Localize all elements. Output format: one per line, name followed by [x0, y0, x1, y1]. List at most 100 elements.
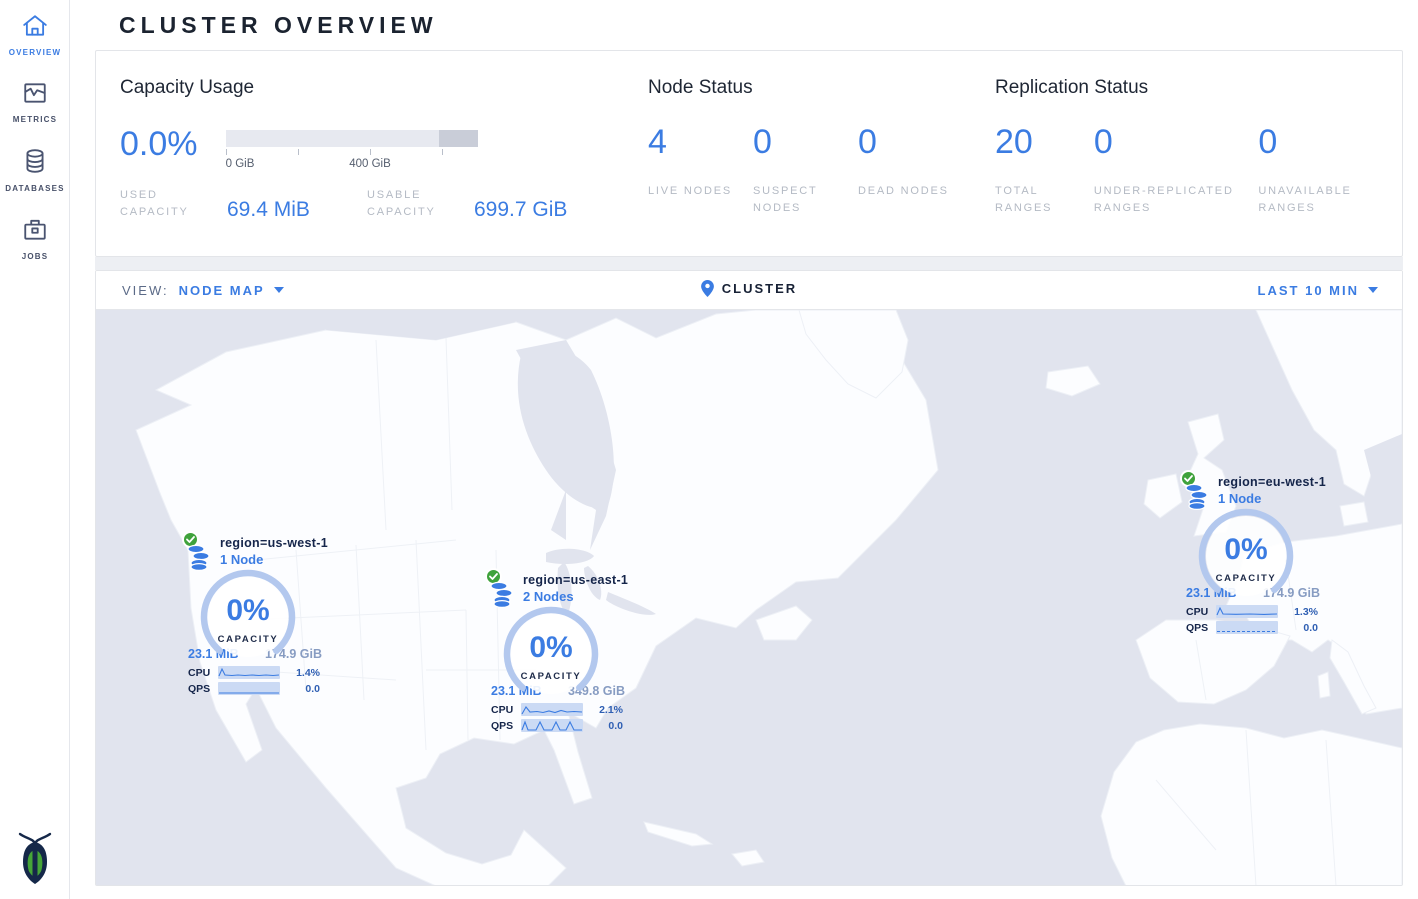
locality-name: region=eu-west-1	[1218, 475, 1332, 489]
suspect-nodes-metric: 0 SUSPECT NODES	[753, 125, 858, 217]
chevron-down-icon	[274, 287, 284, 293]
capacity-gauge: 0% CAPACITY	[198, 567, 298, 667]
locality-node-count: 2 Nodes	[523, 589, 637, 604]
home-icon	[22, 14, 48, 38]
sidebar: OVERVIEW METRICS DATABASES JOBS	[0, 0, 70, 899]
panel-gap	[95, 257, 1403, 270]
total-ranges-metric: 20 TOTAL RANGES	[995, 125, 1094, 217]
node-map-panel: VIEW: NODE MAP CLUSTER LAST 10 MIN	[95, 270, 1403, 886]
capacity-gauge: 0% CAPACITY	[501, 604, 601, 704]
gauge-percent: 0%	[198, 594, 298, 628]
dead-nodes-label: DEAD NODES	[858, 183, 963, 200]
cpu-sparkline	[218, 666, 280, 679]
locality-name: region=us-east-1	[523, 573, 637, 587]
gauge-capacity-label: CAPACITY	[1196, 573, 1296, 584]
briefcase-icon	[22, 217, 48, 242]
used-capacity-label: USED CAPACITY	[120, 187, 227, 221]
live-nodes-value: 4	[648, 125, 753, 159]
capacity-gauge: 0% CAPACITY	[1196, 506, 1296, 606]
main-content: CLUSTER OVERVIEW Capacity Usage 0.0% 0 G…	[70, 0, 1418, 886]
time-range-label: LAST 10 MIN	[1258, 283, 1359, 298]
cpu-label: CPU	[188, 667, 218, 679]
view-selector[interactable]: VIEW: NODE MAP	[96, 283, 284, 298]
sidebar-item-label: OVERVIEW	[0, 48, 70, 57]
gauge-capacity-label: CAPACITY	[198, 634, 298, 645]
sidebar-item-overview[interactable]: OVERVIEW	[0, 0, 70, 67]
locality-us-east-1[interactable]: region=us-east-1 2 Nodes 0% CAPACITY 23.…	[485, 568, 637, 735]
capacity-tick-0: 0 GiB	[226, 158, 255, 170]
node-status-title: Node Status	[648, 77, 995, 99]
used-capacity-value: 69.4 MiB	[227, 199, 367, 221]
sidebar-item-jobs[interactable]: JOBS	[0, 203, 70, 271]
cpu-value: 1.4%	[280, 667, 322, 679]
cpu-label: CPU	[1186, 606, 1216, 618]
cockroachdb-logo	[0, 830, 70, 891]
sidebar-item-label: DATABASES	[0, 184, 70, 193]
cpu-label: CPU	[491, 704, 521, 716]
locality-eu-west-1[interactable]: region=eu-west-1 1 Node 0% CAPACITY 23.1…	[1180, 470, 1332, 637]
database-icon	[22, 148, 48, 174]
qps-value: 0.0	[583, 720, 625, 732]
page-title: CLUSTER OVERVIEW	[70, 0, 1418, 50]
gauge-percent: 0%	[501, 631, 601, 665]
suspect-nodes-label: SUSPECT NODES	[753, 183, 858, 217]
qps-label: QPS	[1186, 622, 1216, 634]
under-replicated-ranges-label: UNDER-REPLICATED RANGES	[1094, 183, 1258, 217]
map-pin-icon	[701, 280, 714, 297]
cpu-value: 1.3%	[1278, 606, 1320, 618]
locality-name: region=us-west-1	[220, 536, 334, 550]
replication-status-title: Replication Status	[995, 77, 1402, 99]
unavailable-ranges-metric: 0 UNAVAILABLE RANGES	[1258, 125, 1402, 217]
sidebar-item-databases[interactable]: DATABASES	[0, 134, 70, 203]
qps-sparkline	[1216, 621, 1278, 634]
cluster-summary-panel: Capacity Usage 0.0% 0 GiB 400 GiB US	[95, 50, 1403, 257]
capacity-bar-reserved-segment	[439, 130, 478, 147]
cpu-sparkline	[521, 703, 583, 716]
capacity-usage-section: Capacity Usage 0.0% 0 GiB 400 GiB US	[120, 77, 648, 256]
under-replicated-ranges-metric: 0 UNDER-REPLICATED RANGES	[1094, 125, 1258, 217]
sidebar-item-label: JOBS	[0, 252, 70, 261]
qps-label: QPS	[491, 720, 521, 732]
total-ranges-value: 20	[995, 125, 1094, 159]
qps-value: 0.0	[1278, 622, 1320, 634]
map-toolbar: VIEW: NODE MAP CLUSTER LAST 10 MIN	[96, 271, 1402, 310]
qps-value: 0.0	[280, 683, 322, 695]
capacity-percent: 0.0%	[120, 125, 226, 161]
usable-capacity-value: 699.7 GiB	[474, 199, 567, 221]
unavailable-ranges-label: UNAVAILABLE RANGES	[1258, 183, 1402, 217]
qps-sparkline	[218, 682, 280, 695]
metrics-icon	[22, 81, 48, 105]
sidebar-item-metrics[interactable]: METRICS	[0, 67, 70, 134]
total-ranges-label: TOTAL RANGES	[995, 183, 1094, 217]
capacity-tick-400: 400 GiB	[349, 158, 391, 170]
usable-capacity-label: USABLE CAPACITY	[367, 187, 474, 221]
qps-label: QPS	[188, 683, 218, 695]
time-range-selector[interactable]: LAST 10 MIN	[1258, 283, 1402, 298]
unavailable-ranges-value: 0	[1258, 125, 1402, 159]
gauge-capacity-label: CAPACITY	[501, 671, 601, 682]
live-nodes-metric: 4 LIVE NODES	[648, 125, 753, 217]
view-value: NODE MAP	[179, 283, 265, 298]
chevron-down-icon	[1368, 287, 1378, 293]
under-replicated-ranges-value: 0	[1094, 125, 1258, 159]
qps-sparkline	[521, 719, 583, 732]
locality-node-count: 1 Node	[220, 552, 334, 567]
cpu-sparkline	[1216, 605, 1278, 618]
node-map[interactable]: region=us-west-1 1 Node 0% CAPACITY 23.1…	[96, 310, 1402, 886]
view-label: VIEW:	[122, 283, 169, 298]
sidebar-item-label: METRICS	[0, 115, 70, 124]
locality-us-west-1[interactable]: region=us-west-1 1 Node 0% CAPACITY 23.1…	[182, 531, 334, 698]
cpu-value: 2.1%	[583, 704, 625, 716]
capacity-bar: 0 GiB 400 GiB	[226, 125, 478, 173]
replication-status-section: Replication Status 20 TOTAL RANGES 0 UND…	[995, 77, 1402, 256]
breadcrumb-label: CLUSTER	[722, 281, 797, 296]
locality-node-count: 1 Node	[1218, 491, 1332, 506]
breadcrumb[interactable]: CLUSTER	[701, 280, 797, 297]
live-nodes-label: LIVE NODES	[648, 183, 753, 200]
dead-nodes-metric: 0 DEAD NODES	[858, 125, 963, 217]
dead-nodes-value: 0	[858, 125, 963, 159]
gauge-percent: 0%	[1196, 533, 1296, 567]
capacity-usage-title: Capacity Usage	[120, 77, 648, 99]
suspect-nodes-value: 0	[753, 125, 858, 159]
node-status-section: Node Status 4 LIVE NODES 0 SUSPECT NODES…	[648, 77, 995, 256]
